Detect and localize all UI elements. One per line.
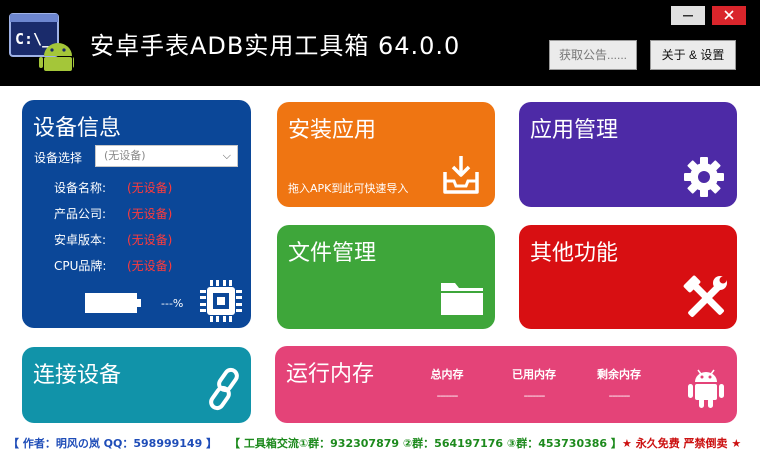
used-memory-label: 已用内存 bbox=[512, 368, 556, 381]
device-info-panel: 设备信息 设备选择 (无设备) ⌵ 设备名称: (无设备) 产品公司: (无设备… bbox=[22, 100, 251, 328]
android-version-label: 安卓版本: bbox=[54, 233, 107, 247]
minimize-icon bbox=[683, 15, 693, 17]
footer-qq-groups: 【 工具箱交流①群：932307879 ②群：564197176 ③群：4537… bbox=[229, 437, 622, 450]
install-app-title: 安装应用 bbox=[288, 118, 377, 143]
other-functions-tile[interactable]: 其他功能 bbox=[519, 225, 737, 329]
memory-title: 运行内存 bbox=[286, 362, 375, 387]
file-management-title: 文件管理 bbox=[288, 241, 377, 266]
product-company-label: 产品公司: bbox=[54, 207, 107, 221]
total-memory-value: ------- bbox=[436, 389, 459, 402]
close-icon bbox=[724, 10, 734, 20]
memory-tile: 运行内存 总内存 已用内存 剩余内存 ------- ------- -----… bbox=[275, 346, 737, 423]
folder-icon bbox=[441, 283, 483, 315]
cpu-chip-icon bbox=[200, 280, 242, 322]
used-memory-value: ------- bbox=[523, 389, 546, 402]
get-announcement-button[interactable]: 获取公告...... bbox=[549, 40, 637, 70]
footer-notice: ★ 永久免费 严禁倒卖 ★ bbox=[622, 437, 742, 450]
connect-device-title: 连接设备 bbox=[33, 363, 122, 388]
app-management-title: 应用管理 bbox=[530, 118, 619, 143]
gear-icon bbox=[684, 157, 724, 197]
device-select-value: (无设备) bbox=[104, 149, 146, 162]
minimize-button[interactable] bbox=[671, 6, 705, 25]
footer-bar: 【 作者：明风の岚 QQ：598999149 】 【 工具箱交流①群：93230… bbox=[0, 435, 760, 452]
title-bar: C:\_ 安卓手表ADB实用工具箱 64.0.0 获取公告...... 关于 &… bbox=[0, 0, 760, 86]
file-management-tile[interactable]: 文件管理 bbox=[277, 225, 495, 329]
cpu-brand-label: CPU品牌: bbox=[54, 259, 107, 273]
device-select-label: 设备选择 bbox=[34, 151, 83, 165]
about-settings-button[interactable]: 关于 & 设置 bbox=[650, 40, 736, 70]
footer-author: 【 作者：明风の岚 QQ：598999149 】 bbox=[8, 437, 218, 450]
product-company-value: (无设备) bbox=[127, 207, 173, 221]
android-icon bbox=[688, 369, 724, 408]
chevron-down-icon: ⌵ bbox=[222, 149, 231, 162]
window-title: 安卓手表ADB实用工具箱 64.0.0 bbox=[90, 32, 461, 60]
install-app-tile[interactable]: 安装应用 拖入APK到此可快速导入 bbox=[277, 102, 495, 207]
battery-percent: ---% bbox=[161, 297, 184, 310]
download-tray-icon bbox=[443, 156, 479, 194]
device-name-value: (无设备) bbox=[127, 181, 173, 195]
install-app-hint: 拖入APK到此可快速导入 bbox=[288, 182, 409, 195]
free-memory-value: ------- bbox=[608, 389, 631, 402]
app-management-tile[interactable]: 应用管理 bbox=[519, 102, 737, 207]
battery-icon bbox=[85, 293, 141, 313]
other-functions-title: 其他功能 bbox=[530, 241, 619, 266]
device-select-dropdown[interactable]: (无设备) ⌵ bbox=[95, 145, 238, 167]
device-name-label: 设备名称: bbox=[54, 181, 107, 195]
app-icon-text: C:\_ bbox=[15, 30, 52, 48]
wrench-hammer-icon bbox=[683, 275, 727, 317]
free-memory-label: 剩余内存 bbox=[597, 368, 641, 381]
chain-link-icon bbox=[209, 367, 239, 411]
connect-device-tile[interactable]: 连接设备 bbox=[22, 347, 251, 423]
app-icon: C:\_ bbox=[9, 13, 74, 71]
total-memory-label: 总内存 bbox=[430, 368, 464, 381]
android-version-value: (无设备) bbox=[127, 233, 173, 247]
close-button[interactable] bbox=[712, 6, 746, 25]
cpu-brand-value: (无设备) bbox=[127, 259, 173, 273]
device-info-title: 设备信息 bbox=[33, 116, 122, 141]
